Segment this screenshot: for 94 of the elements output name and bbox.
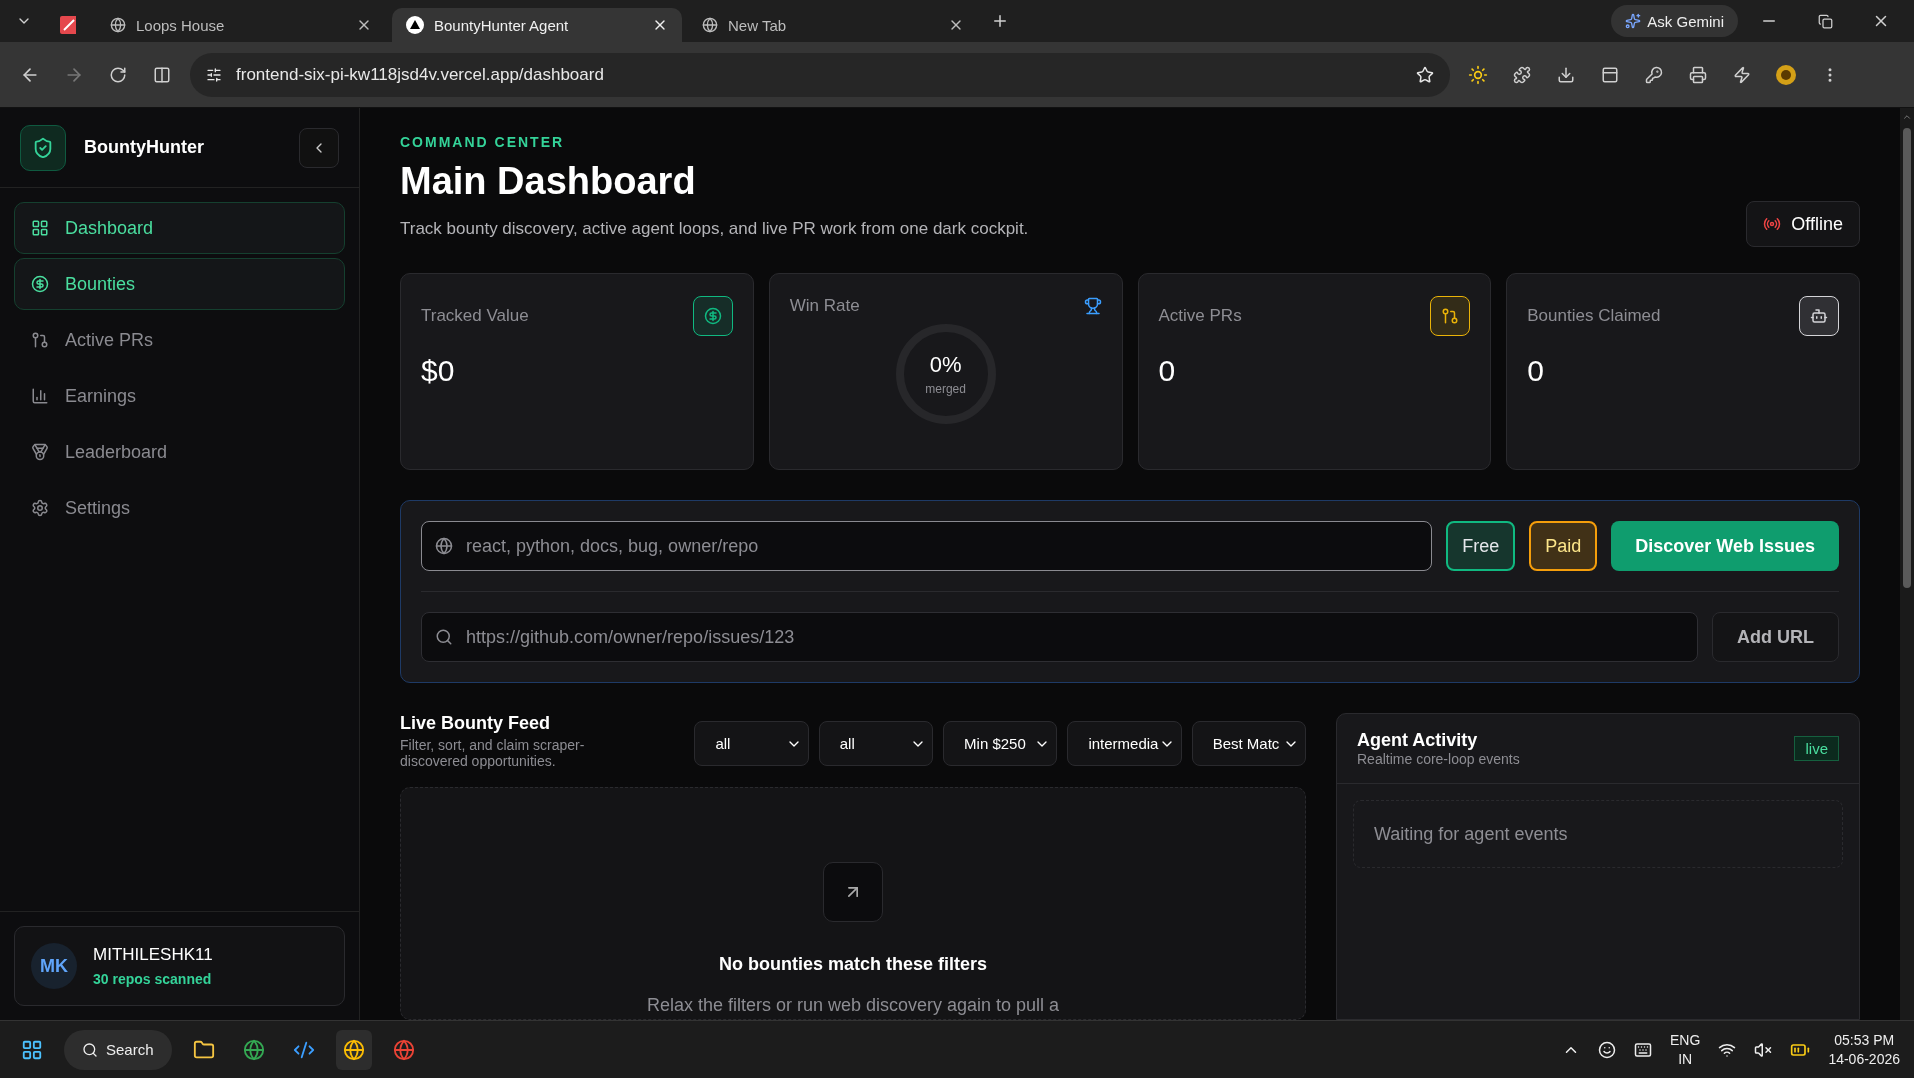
folder-icon[interactable]	[192, 1038, 215, 1061]
scroll-up-icon	[1902, 112, 1912, 122]
globe-icon	[110, 17, 126, 33]
bar-chart-icon	[31, 387, 49, 405]
extensions-icon[interactable]	[1513, 65, 1531, 84]
address-bar[interactable]: frontend-six-pi-kw118jsd4v.vercel.app/dashboard	[190, 52, 1450, 97]
mute-icon[interactable]	[1754, 1040, 1773, 1059]
settings-icon	[31, 499, 49, 517]
brand-name: BountyHunter	[84, 137, 205, 158]
url-field[interactable]: https://github.com/owner/repo/issues/123	[421, 612, 1698, 662]
browser-tab[interactable]: New Tab	[688, 8, 978, 42]
stat-label: Bounties Claimed	[1527, 306, 1661, 326]
stat-label: Tracked Value	[421, 306, 529, 326]
url-text: frontend-six-pi-kw118jsd4v.vercel.app/dashboard	[236, 64, 605, 85]
keyword-field[interactable]: react, python, docs, bug, owner/repo	[421, 521, 1433, 571]
region-label: IN	[1678, 1049, 1693, 1068]
start-icon[interactable]	[21, 1038, 43, 1061]
sun-icon[interactable]	[1468, 64, 1488, 85]
grid-icon	[31, 219, 49, 237]
sidebar-item[interactable]: Earnings	[14, 370, 345, 422]
tab-title: New Tab	[728, 16, 788, 34]
stat-label: Active PRs	[1158, 306, 1242, 326]
broadcast-icon	[1763, 215, 1782, 233]
stat-value: 0%	[929, 352, 962, 378]
filter-toggle[interactable]: Paid	[1529, 521, 1598, 571]
stat-label: Win Rate	[789, 296, 860, 316]
sidebar-item[interactable]: Leaderboard	[14, 426, 345, 478]
live-badge: live	[1794, 736, 1839, 761]
empty-text: Relax the filters or run web discovery again to pull a	[646, 995, 1060, 1016]
bookmark-icon[interactable]	[1416, 65, 1434, 84]
download-icon[interactable]	[1557, 65, 1575, 84]
sidebar-item[interactable]: Bounties	[14, 258, 345, 310]
section-subtitle: Filter, sort, and claim scraper-discovered opportunities.	[400, 737, 586, 769]
sparkle-icon	[1625, 13, 1642, 29]
add-url-button[interactable]: Add URL	[1712, 612, 1839, 662]
language-label: ENG	[1670, 1031, 1701, 1050]
printer-icon[interactable]	[1689, 65, 1707, 84]
profile-icon[interactable]	[1775, 63, 1797, 86]
clock-time: 05:53 PM	[1834, 1031, 1895, 1050]
search-icon	[82, 1041, 98, 1058]
clock-date: 14-06-2026	[1828, 1049, 1900, 1068]
filter-select[interactable]: Min $250	[943, 721, 1058, 766]
stat-value: 0	[1527, 354, 1545, 388]
section-title: Live Bounty Feed	[400, 713, 552, 734]
new-tab-icon[interactable]	[991, 12, 1009, 30]
filter-select[interactable]: all	[694, 721, 809, 766]
globe-icon	[702, 17, 718, 33]
taskbar-search[interactable]: Search	[64, 1029, 172, 1070]
filter-toggle[interactable]: Free	[1446, 521, 1516, 571]
reload-icon[interactable]	[109, 65, 127, 84]
dollar-icon	[31, 275, 49, 293]
status-button[interactable]: Offline	[1746, 201, 1860, 247]
globe-icon[interactable]	[392, 1038, 415, 1061]
globe-icon[interactable]	[342, 1038, 365, 1061]
pull-request-icon	[31, 331, 49, 349]
filter-select[interactable]: intermedia	[1067, 721, 1182, 766]
filter-select[interactable]: Best Matc	[1191, 721, 1306, 766]
sidebar-item[interactable]: Settings	[14, 482, 345, 534]
sidebar-item[interactable]: Dashboard	[14, 202, 345, 254]
user-subtitle: 30 repos scanned	[93, 971, 213, 987]
shield-logo-icon	[20, 124, 66, 171]
sidebar-item[interactable]: Active PRs	[14, 314, 345, 366]
page-title: Main Dashboard	[400, 160, 697, 203]
split-view-icon[interactable]	[153, 65, 171, 84]
user-name: MITHILESHK11	[93, 945, 213, 965]
browser-tab[interactable]: BountyHunter Agent	[392, 8, 682, 42]
ask-gemini-button[interactable]: Ask Gemini	[1611, 5, 1738, 37]
scrollbar[interactable]	[1900, 108, 1914, 1020]
restore-icon[interactable]	[1817, 13, 1833, 29]
empty-title: No bounties match these filters	[718, 954, 988, 975]
app-logo-icon	[60, 16, 76, 34]
globe-icon[interactable]	[242, 1038, 265, 1061]
search-icon	[435, 628, 453, 646]
empty-message: Waiting for agent events	[1353, 800, 1843, 868]
stat-value: 0	[1158, 354, 1177, 388]
section-subtitle: Realtime core-loop events	[1357, 751, 1520, 767]
page-description: Track bounty discovery, active agent loops, and live PR work from one dark cockpit.	[400, 219, 1029, 239]
section-title: Agent Activity	[1357, 730, 1479, 751]
site-settings-icon[interactable]	[206, 66, 222, 83]
tab-title: BountyHunter Agent	[434, 16, 570, 34]
stat-caption: merged	[925, 382, 966, 396]
stat-value: $0	[421, 354, 456, 388]
eyebrow-label: COMMAND CENTER	[400, 134, 566, 150]
medal-icon	[31, 443, 49, 461]
emoji-icon[interactable]	[1598, 1040, 1617, 1059]
lightning-icon[interactable]	[1733, 65, 1751, 84]
tab-title: Loops House	[136, 16, 226, 34]
key-icon[interactable]	[1645, 65, 1663, 84]
keyboard-icon[interactable]	[1634, 1040, 1653, 1059]
globe-icon	[435, 537, 453, 555]
browser-tab[interactable]: Loops House	[96, 8, 386, 42]
avatar: MK	[31, 943, 77, 989]
panel-icon[interactable]	[1601, 65, 1619, 84]
filter-select[interactable]: all	[818, 721, 934, 766]
